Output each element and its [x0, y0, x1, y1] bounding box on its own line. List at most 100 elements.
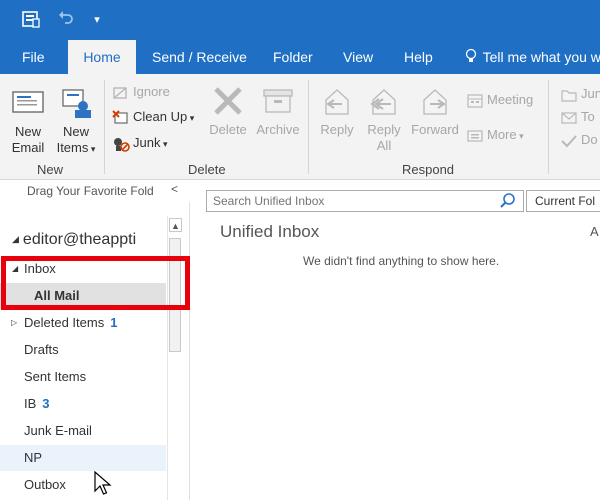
more-icon [467, 129, 483, 142]
quick-step-2[interactable]: To [560, 107, 595, 127]
archive-button[interactable]: Archive [254, 84, 302, 138]
search-icon[interactable] [498, 192, 518, 210]
collapse-pane-icon[interactable]: < [171, 182, 178, 196]
ribbon: New Email New Items ▾ New Ignore Clean U… [0, 74, 600, 180]
account-email: editor@theappti [22, 231, 137, 248]
folder-drafts[interactable]: Drafts [0, 337, 166, 363]
quick-step-mail-icon [561, 111, 577, 124]
new-items-button[interactable]: New Items ▾ [54, 86, 98, 157]
tab-view[interactable]: View [333, 40, 383, 74]
forward-button[interactable]: Forward [410, 84, 460, 138]
clean-up-icon [112, 109, 128, 124]
more-label: More [487, 127, 517, 142]
tab-send-receive[interactable]: Send / Receive [142, 40, 257, 74]
folder-ib[interactable]: IB 3 [0, 391, 166, 417]
new-items-label-2: Items [56, 140, 89, 155]
reply-all-button[interactable]: Reply All [364, 84, 404, 154]
quick-step-folder-icon [561, 89, 577, 102]
ignore-icon [113, 86, 127, 99]
unread-count: 3 [42, 396, 50, 411]
reply-all-label-2: All [376, 138, 392, 153]
quick-step-1-label: Jun [581, 86, 600, 101]
highlight-box [1, 256, 190, 310]
new-email-label-2: Email [11, 140, 45, 155]
folder-label: Deleted Items [24, 315, 105, 330]
new-email-button[interactable]: New Email [8, 86, 48, 156]
quick-step-3[interactable]: Do [560, 130, 598, 150]
delete-group-label: Delete [188, 162, 226, 177]
folder-label: IB [24, 396, 37, 411]
forward-label: Forward [411, 122, 459, 137]
tab-home[interactable]: Home [68, 40, 136, 74]
meeting-label: Meeting [487, 92, 534, 107]
scroll-up-arrow-icon[interactable]: ▲ [169, 218, 182, 232]
folder-pane: ▲ ◢ editor@theappti ◢ Inbox All Mail ▷ De… [0, 202, 190, 500]
junk-label: Junk [133, 135, 161, 150]
delete-label: Delete [209, 122, 247, 137]
archive-label: Archive [256, 122, 300, 137]
junk-button[interactable]: Junk ▾ [112, 133, 168, 153]
delete-button[interactable]: Delete [206, 84, 250, 138]
reply-icon [325, 89, 349, 115]
folder-label: NP [24, 450, 43, 465]
quick-step-1[interactable]: Jun [560, 84, 600, 104]
undo-icon[interactable] [55, 9, 77, 31]
ignore-button[interactable]: Ignore [112, 82, 170, 102]
reply-button[interactable]: Reply [318, 84, 356, 138]
group-divider [308, 80, 309, 174]
folder-deleted-items[interactable]: ▷ Deleted Items 1 [0, 310, 166, 336]
folder-label: Outbox [24, 477, 66, 492]
unread-count: 1 [110, 315, 118, 330]
tell-me-search[interactable]: Tell me what you w [455, 40, 600, 74]
folder-np[interactable]: NP [0, 445, 166, 471]
empty-state-message: We didn't find anything to show here. [303, 254, 500, 268]
clean-up-label: Clean Up [133, 109, 188, 124]
ribbon-tabs: File Home Send / Receive Folder View Hel… [0, 40, 600, 74]
collapse-triangle-icon: ◢ [12, 234, 19, 244]
folder-junk-email[interactable]: Junk E-mail [0, 418, 166, 444]
new-items-label-1: New [62, 124, 89, 139]
respond-group-label: Respond [402, 162, 455, 177]
tab-file[interactable]: File [12, 40, 55, 74]
tab-folder[interactable]: Folder [263, 40, 323, 74]
meeting-button[interactable]: Meeting [466, 90, 533, 110]
new-email-label-1: New [14, 124, 41, 139]
archive-icon [263, 89, 293, 113]
new-group-label: New [37, 162, 64, 177]
account-header[interactable]: ◢ editor@theappti [12, 231, 192, 249]
junk-icon [114, 137, 130, 152]
reply-label: Reply [320, 122, 354, 137]
folder-label: Junk E-mail [24, 423, 92, 438]
more-respond-button[interactable]: More ▾ [466, 125, 524, 145]
outlook-app-icon[interactable] [20, 9, 42, 31]
search-input[interactable] [206, 190, 524, 212]
tell-me-label: Tell me what you w [482, 49, 600, 65]
folder-outbox[interactable]: Outbox [0, 472, 166, 498]
title-bar: ▾ [0, 0, 600, 40]
sort-arrange-button[interactable]: A [590, 224, 599, 239]
ignore-label: Ignore [133, 84, 170, 99]
reply-all-label-1: Reply [367, 122, 401, 137]
lightbulb-icon [465, 40, 479, 74]
folder-label: Drafts [24, 342, 59, 357]
quick-step-2-label: To [581, 109, 595, 124]
folder-title: Unified Inbox [220, 222, 320, 241]
new-items-icon [62, 89, 91, 118]
folder-label: Sent Items [24, 369, 87, 384]
clean-up-button[interactable]: Clean Up ▾ [112, 107, 194, 127]
folder-sent-items[interactable]: Sent Items [0, 364, 166, 390]
customize-quick-access-icon[interactable]: ▾ [86, 9, 108, 31]
favorites-drag-hint: Drag Your Favorite Fold < [0, 180, 190, 202]
collapsed-triangle-icon: ▷ [11, 318, 18, 327]
delete-icon [214, 87, 242, 115]
checkmark-icon [561, 134, 577, 148]
search-bar: Current Fol [206, 190, 600, 212]
reply-all-icon [370, 89, 396, 115]
group-divider [104, 80, 105, 174]
tab-help[interactable]: Help [394, 40, 443, 74]
forward-icon [423, 89, 447, 115]
new-email-icon [12, 91, 44, 113]
drag-hint-label: Drag Your Favorite Fold [27, 184, 154, 198]
quick-step-3-label: Do [581, 132, 598, 147]
search-scope-dropdown[interactable]: Current Fol [526, 190, 600, 212]
